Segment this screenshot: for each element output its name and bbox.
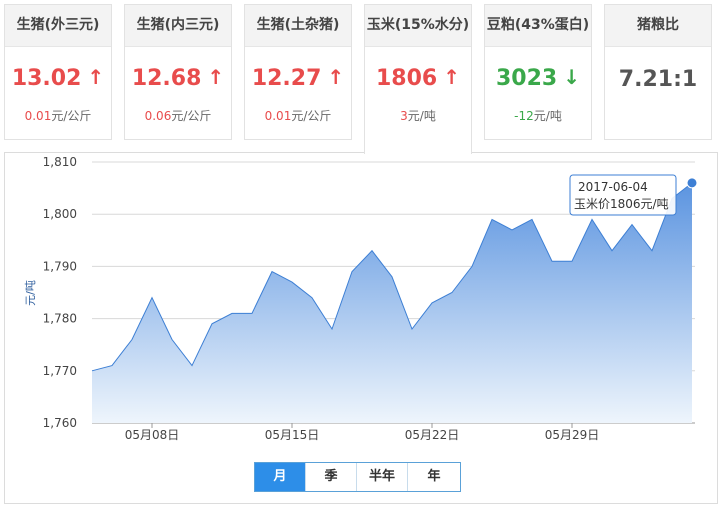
- y-tick-label: 1,780: [43, 312, 77, 326]
- card-change: 0.06元/公斤: [125, 107, 231, 124]
- data-point[interactable]: [686, 177, 698, 189]
- area-fill: [92, 182, 692, 423]
- arrow-up-icon: ↑: [327, 65, 345, 89]
- range-button[interactable]: 月: [255, 463, 306, 491]
- price-card[interactable]: 猪粮比 7.21:1: [604, 4, 712, 140]
- card-title: 豆粕(43%蛋白): [485, 5, 591, 47]
- card-price: 7.21:1: [605, 67, 711, 92]
- price-card[interactable]: 玉米(15%水分) 1806 ↑ 3元/吨: [364, 4, 472, 154]
- time-range-selector: 月季半年年: [254, 462, 461, 492]
- price-card[interactable]: 生猪(内三元) 12.68 ↑ 0.06元/公斤: [124, 4, 232, 140]
- y-axis-ticks: 1,760 1,770 1,780 1,790 1,800 1,810: [43, 155, 77, 430]
- range-button[interactable]: 半年: [357, 463, 408, 491]
- x-axis-ticks: 05月08日 05月15日 05月22日 05月29日: [125, 423, 600, 442]
- card-change: -12元/吨: [485, 107, 591, 124]
- card-price: 3023 ↓: [485, 65, 591, 91]
- arrow-down-icon: ↓: [563, 65, 580, 89]
- change-unit: 元/吨: [533, 109, 562, 123]
- card-title: 生猪(内三元): [125, 5, 231, 47]
- y-axis-label: 元/吨: [24, 280, 37, 306]
- card-title: 生猪(外三元): [5, 5, 111, 47]
- price-value: 7.21:1: [618, 67, 698, 92]
- arrow-up-icon: ↑: [87, 65, 105, 89]
- card-title: 猪粮比: [605, 5, 711, 47]
- price-value: 13.02: [11, 66, 82, 91]
- price-card[interactable]: 生猪(土杂猪) 12.27 ↑ 0.01元/公斤: [244, 4, 352, 140]
- price-value: 12.27: [251, 66, 322, 91]
- card-change: 0.01元/公斤: [5, 107, 111, 124]
- arrow-up-icon: ↑: [207, 65, 225, 89]
- card-title: 生猪(土杂猪): [245, 5, 351, 47]
- card-price: 12.27 ↑: [245, 65, 351, 91]
- x-tick-label: 05月29日: [545, 428, 600, 442]
- y-tick-label: 1,790: [43, 259, 77, 273]
- range-button[interactable]: 年: [408, 463, 460, 491]
- price-value: 3023: [496, 66, 558, 91]
- change-unit: 元/公斤: [171, 109, 212, 123]
- change-unit: 元/公斤: [291, 109, 332, 123]
- price-value: 1806: [376, 66, 438, 91]
- y-tick-label: 1,800: [43, 207, 77, 221]
- change-unit: 元/公斤: [51, 109, 92, 123]
- card-price: 13.02 ↑: [5, 65, 111, 91]
- y-tick-label: 1,760: [43, 416, 77, 430]
- x-tick-label: 05月22日: [405, 428, 460, 442]
- change-value: 3: [400, 109, 408, 123]
- change-value: 0.06: [144, 109, 172, 123]
- card-change: 0.01元/公斤: [245, 107, 351, 124]
- card-change: 3元/吨: [365, 107, 471, 124]
- card-price: 1806 ↑: [365, 65, 471, 91]
- change-value: -12: [514, 109, 534, 123]
- price-chart: 1,7601,7701,7801,7901,8001,810 05月08日 05月…: [24, 155, 698, 442]
- y-tick-label: 1,810: [43, 155, 77, 169]
- x-tick-label: 05月08日: [125, 428, 180, 442]
- tooltip: 2017-06-04 玉米价1806元/吨: [569, 174, 677, 216]
- x-tick-label: 05月15日: [265, 428, 320, 442]
- card-price: 12.68 ↑: [125, 65, 231, 91]
- price-value: 12.68: [131, 66, 202, 91]
- arrow-up-icon: ↑: [443, 65, 460, 89]
- tooltip-value: 玉米价1806元/吨: [574, 197, 669, 211]
- chart-panel: 1,760 1,770 1,780 1,790 1,800 1,810 05月08日 05月…: [4, 152, 718, 504]
- tooltip-date: 2017-06-04: [578, 180, 648, 194]
- price-card[interactable]: 豆粕(43%蛋白) 3023 ↓ -12元/吨: [484, 4, 592, 140]
- change-unit: 元/吨: [407, 109, 436, 123]
- card-title: 玉米(15%水分): [365, 5, 471, 47]
- y-tick-label: 1,770: [43, 364, 77, 378]
- range-button[interactable]: 季: [306, 463, 357, 491]
- price-card[interactable]: 生猪(外三元) 13.02 ↑ 0.01元/公斤: [4, 4, 112, 140]
- change-value: 0.01: [24, 109, 52, 123]
- change-value: 0.01: [264, 109, 292, 123]
